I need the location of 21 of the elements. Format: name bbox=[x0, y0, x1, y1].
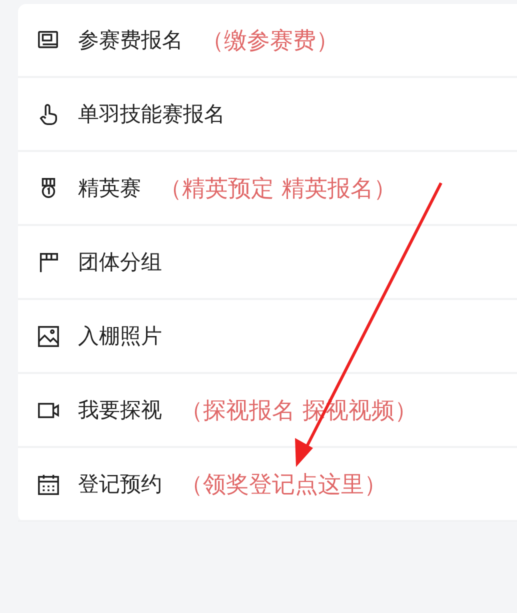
image-icon bbox=[37, 324, 60, 348]
menu-item[interactable]: 我要探视 （探视报名 探视视频） bbox=[18, 374, 517, 448]
annotation-text: （缴参赛费） bbox=[201, 26, 339, 56]
menu-item[interactable]: 单羽技能赛报名 bbox=[18, 78, 517, 152]
menu-label: 单羽技能赛报名 bbox=[78, 101, 225, 128]
menu-item[interactable]: 团体分组 bbox=[18, 226, 517, 300]
menu-item[interactable]: 入棚照片 bbox=[18, 300, 517, 374]
menu-label: 精英赛 bbox=[78, 175, 141, 202]
menu-item[interactable]: 参赛费报名 （缴参赛费） bbox=[18, 4, 517, 78]
menu-label: 团体分组 bbox=[78, 249, 162, 276]
annotation-text: （精英预定 精英报名） bbox=[159, 174, 396, 204]
menu-label: 我要探视 bbox=[78, 397, 162, 424]
calendar-icon bbox=[37, 472, 60, 496]
hand-icon bbox=[37, 102, 60, 126]
menu-label: 入棚照片 bbox=[78, 323, 162, 350]
annotation-text: （探视报名 探视视频） bbox=[180, 396, 418, 426]
menu-label: 参赛费报名 bbox=[78, 27, 183, 54]
annotation-text: （领奖登记点这里） bbox=[180, 470, 387, 500]
flag-icon bbox=[37, 250, 60, 274]
menu-label: 登记预约 bbox=[78, 471, 162, 498]
menu-item[interactable]: 精英赛 （精英预定 精英报名） bbox=[18, 152, 517, 226]
